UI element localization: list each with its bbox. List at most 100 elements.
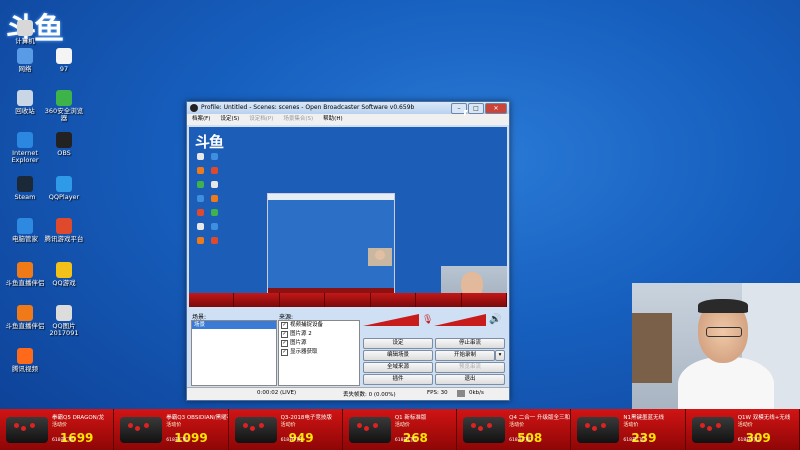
preview-desktop-icon xyxy=(197,223,204,230)
record-dropdown-arrow-icon[interactable]: ▾ xyxy=(495,350,505,361)
preview-desktop-icon xyxy=(211,167,218,174)
shortcut-label: QQPlayer xyxy=(48,193,80,201)
product-name: Q3-2018电子竞技版 xyxy=(280,415,332,421)
computer-icon xyxy=(17,20,33,36)
maximize-button[interactable]: □ xyxy=(468,103,484,114)
global-sources-button[interactable]: 全域来源 xyxy=(363,362,433,373)
product-card[interactable]: Q4 二合一 升级版全三和 活动价 508 618开门红 xyxy=(457,409,572,450)
shortcut-label: QQ图片 2017091 xyxy=(49,322,79,338)
mouse-cursor-icon xyxy=(464,110,468,117)
shortcut-label: 97 xyxy=(59,65,69,73)
desktop-shortcut[interactable]: Steam xyxy=(3,176,47,201)
tencent-game-icon xyxy=(56,218,72,234)
source-checkbox[interactable]: ✓ xyxy=(281,349,288,356)
promo-tag: 618开门红 xyxy=(394,438,417,443)
desktop-shortcut[interactable]: Internet Explorer xyxy=(3,132,47,164)
plugins-button[interactable]: 插件 xyxy=(363,374,433,385)
desktop-shortcut[interactable]: 回收站 xyxy=(3,90,47,115)
source-checkbox[interactable]: ✓ xyxy=(281,331,288,338)
arcade-stick-image xyxy=(691,417,734,443)
menu-file[interactable]: 档案(F) xyxy=(192,114,210,125)
desktop-shortcut[interactable]: QQPlayer xyxy=(42,176,86,201)
obs-window[interactable]: Profile: Untitled - Scenes: scenes - Ope… xyxy=(186,101,510,401)
speaker-icon[interactable]: 🔊 xyxy=(489,314,501,326)
menu-scene-collection[interactable]: 场景集合(S) xyxy=(283,114,313,125)
menu-profile[interactable]: 设定档(P) xyxy=(249,114,273,125)
settings-button[interactable]: 设定 xyxy=(363,338,433,349)
desktop-shortcut[interactable]: OBS xyxy=(42,132,86,157)
desktop-shortcut[interactable]: 网络 xyxy=(3,48,47,73)
pc-manager-icon xyxy=(17,218,33,234)
preview-stream-button[interactable]: 预览串流 xyxy=(435,362,505,373)
desktop-shortcut[interactable]: 电脑管家 xyxy=(3,218,47,243)
product-name: N1黑键墨蓝无线 xyxy=(623,415,665,421)
product-name: 拳霸Q5 DRAGON/龙 xyxy=(52,415,105,421)
scenes-list[interactable]: 场景 xyxy=(191,320,277,386)
product-banner: 拳霸Q5 DRAGON/龙 活动价 1699 618开门红 拳霸Q3 OBSIDIAN/… xyxy=(0,409,800,450)
microphone-icon[interactable]: 🎙 xyxy=(422,315,433,325)
product-sub: 活动价 xyxy=(623,422,639,428)
product-card[interactable]: Q1W 双模无线+无线 活动价 309 618开门红 xyxy=(686,409,800,450)
arcade-stick-image xyxy=(6,417,48,443)
product-card[interactable]: Q1 新标准版 活动价 268 618开门红 xyxy=(343,409,458,450)
menu-settings[interactable]: 设定(S) xyxy=(220,114,239,125)
desktop-shortcut[interactable]: 腾讯游戏平台 xyxy=(42,218,86,243)
product-card[interactable]: 拳霸Q3 OBSIDIAN/黑曜石 活动价 1099 618开门红 xyxy=(114,409,229,450)
shortcut-label: 电脑管家 xyxy=(12,235,38,243)
product-card[interactable]: Q3-2018电子竞技版 活动价 949 618开门红 xyxy=(229,409,343,450)
file-icon xyxy=(56,48,72,64)
preview-desktop-icon xyxy=(211,181,218,188)
sources-list[interactable]: ✓ 视频捕捉设备 ✓ 图片源 2 ✓ 图片源 ✓ 显示器获取 xyxy=(278,320,360,386)
edit-scene-button[interactable]: 编辑场景 xyxy=(363,350,433,361)
product-card[interactable]: N1黑键墨蓝无线 活动价 239 618开门红 xyxy=(571,409,686,450)
stream-time: 0:00:02 (LIVE) xyxy=(257,390,297,396)
shortcut-label: 360安全浏览器 xyxy=(44,107,84,123)
arcade-stick-image xyxy=(463,417,506,443)
source-checkbox[interactable]: ✓ xyxy=(281,322,288,329)
webcam-overlay xyxy=(632,283,800,409)
product-sub: 活动价 xyxy=(166,422,182,428)
close-button[interactable]: ✕ xyxy=(485,103,507,114)
shortcut-label: 回收站 xyxy=(15,107,35,115)
menu-help[interactable]: 帮助(H) xyxy=(323,114,342,125)
desktop-shortcut[interactable]: 计算机 xyxy=(3,20,47,45)
douyu-companion-icon xyxy=(17,305,33,321)
source-item[interactable]: ✓ 图片源 2 xyxy=(279,330,359,339)
exit-button[interactable]: 退出 xyxy=(435,374,505,385)
desktop-shortcut[interactable]: QQ图片 2017091 xyxy=(42,305,86,337)
source-checkbox[interactable]: ✓ xyxy=(281,340,288,347)
shortcut-label: 腾讯视频 xyxy=(12,365,38,373)
title-bar[interactable]: Profile: Untitled - Scenes: scenes - Ope… xyxy=(187,102,509,114)
preview-logo: 斗鱼 xyxy=(195,133,224,151)
promo-tag: 618开门红 xyxy=(52,438,75,443)
desktop-volume-meter[interactable] xyxy=(363,314,419,326)
desktop-shortcut[interactable]: QQ游戏 xyxy=(42,262,86,287)
mic-volume-meter[interactable] xyxy=(434,314,486,326)
arcade-stick-image xyxy=(348,417,391,443)
desktop-shortcut[interactable]: 斗鱼直播伴侣 xyxy=(3,305,47,330)
fps-readout: FPS: 30 xyxy=(427,390,448,396)
shortcut-label: Steam xyxy=(14,193,36,201)
promo-tag: 618开门红 xyxy=(509,438,532,443)
scene-item[interactable]: 场景 xyxy=(192,321,276,329)
stop-stream-button[interactable]: 停止串流 xyxy=(435,338,505,349)
menu-bar: 档案(F) 设定(S) 设定档(P) 场景集合(S) 帮助(H) xyxy=(187,114,509,125)
browser-360-icon xyxy=(56,90,72,106)
desktop-shortcut[interactable]: 斗鱼直播伴侣 xyxy=(3,262,47,287)
desktop-shortcut[interactable]: 腾讯视频 xyxy=(3,348,47,373)
steam-icon xyxy=(17,176,33,192)
source-item[interactable]: ✓ 视频捕捉设备 xyxy=(279,321,359,330)
source-item[interactable]: ✓ 图片源 xyxy=(279,339,359,348)
arcade-stick-image xyxy=(234,417,277,443)
shortcut-label: QQ游戏 xyxy=(52,279,76,287)
preview-desktop-icon xyxy=(197,195,204,202)
product-card[interactable]: 拳霸Q5 DRAGON/龙 活动价 1699 618开门红 xyxy=(0,409,115,450)
desktop-shortcut[interactable]: 360安全浏览器 xyxy=(42,90,86,122)
bitrate-readout: 0kb/s xyxy=(469,390,484,396)
desktop-shortcut[interactable]: 97 xyxy=(42,48,86,73)
preview-desktop-icon xyxy=(197,167,204,174)
promo-tag: 618开门红 xyxy=(166,438,189,443)
source-item[interactable]: ✓ 显示器获取 xyxy=(279,348,359,357)
start-record-button[interactable]: 开始录制 xyxy=(435,350,495,361)
preview-desktop-icon xyxy=(211,209,218,216)
